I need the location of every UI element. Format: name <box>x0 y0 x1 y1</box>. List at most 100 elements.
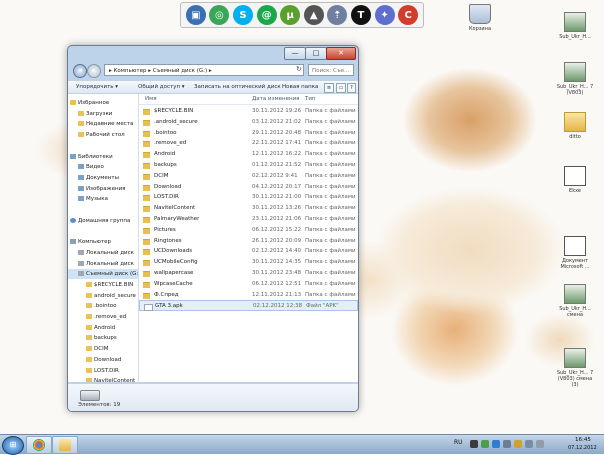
help-icon[interactable]: ? <box>347 83 356 93</box>
burn-button[interactable]: Записать на оптический диск <box>194 81 281 93</box>
file-row[interactable]: .bointoo 29.11.2012 20:48 Папка с файлами <box>139 128 358 139</box>
nav-item[interactable]: Download <box>68 355 138 365</box>
desktop-icon[interactable]: Sub_Ukr_H... <box>555 12 595 40</box>
file-row[interactable]: NavitelContent 30.11.2012 13:26 Папка с фа… <box>139 203 358 214</box>
tray-signal-icon[interactable] <box>525 440 533 448</box>
nav-item[interactable]: backups <box>68 333 138 343</box>
file-row[interactable]: WpcaseCache 06.12.2012 12:51 Папка с файла… <box>139 279 358 290</box>
address-bar[interactable]: ▸ Компьютер ▸ Съемный диск (G:) ▸ <box>104 64 304 76</box>
nav-item[interactable]: Загрузки <box>68 109 138 119</box>
taskbar-chrome[interactable] <box>26 436 52 454</box>
nav-item[interactable]: Компьютер <box>68 237 138 247</box>
column-date[interactable]: Дата изменения <box>252 94 299 104</box>
ccleaner-icon[interactable]: C <box>398 5 419 25</box>
file-row[interactable]: DCIM 02.12.2012 9:41 Папка с файлами <box>139 171 358 182</box>
nav-item[interactable]: $RECYCLE.BIN <box>68 280 138 290</box>
file-date: 02.12.2012 9:41 <box>252 172 298 179</box>
file-row[interactable]: $RECYCLE.BIN 30.11.2012 19:26 Папка с файл… <box>139 106 358 117</box>
nav-item[interactable]: android_secure <box>68 291 138 301</box>
nav-item[interactable]: Локальный диск <box>68 259 138 269</box>
desktop-icon[interactable]: Sub_Ukr_H... 7 (V803) <box>555 62 595 96</box>
new-folder-button[interactable]: Новая папка <box>282 81 318 93</box>
chrome-icon[interactable]: ◎ <box>209 5 230 25</box>
start-button[interactable]: ⊞ <box>2 436 24 455</box>
window-titlebar[interactable]: — □ ✕ <box>68 46 358 62</box>
file-row[interactable]: Ringtones 26.11.2012 20:09 Папка с файлами <box>139 236 358 247</box>
search-input[interactable]: Поиск: Съе... <box>308 64 354 76</box>
desktop-icon[interactable]: ditto <box>555 112 595 140</box>
preview-pane-icon[interactable]: ▭ <box>336 83 346 93</box>
language-indicator[interactable]: RU <box>454 439 463 446</box>
nav-item[interactable]: NavitelContent <box>68 376 138 382</box>
nav-item[interactable]: Музыка <box>68 194 138 204</box>
file-row[interactable]: Android 12.11.2012 16:22 Папка с файлами <box>139 149 358 160</box>
column-type[interactable]: Тип <box>305 94 316 104</box>
file-row[interactable]: UCDownloads 02.12.2012 14:40 Папка с файла… <box>139 246 358 257</box>
close-button[interactable]: ✕ <box>326 47 356 60</box>
back-button[interactable]: ◂ <box>73 64 87 78</box>
share-button[interactable]: Общий доступ ▾ <box>138 81 185 93</box>
tray-volume-icon[interactable] <box>536 440 544 448</box>
file-row[interactable]: Ф.Спред 12.11.2012 21:13 Папка с файлами <box>139 290 358 301</box>
nav-item[interactable]: Библиотеки <box>68 152 138 162</box>
file-row[interactable]: .android_secure 03.12.2012 21:02 Папка с ф… <box>139 117 358 128</box>
desktop-icon[interactable]: Sub_Ukr_H... 7 (V803) смена (3) <box>555 348 595 388</box>
minimize-button[interactable]: — <box>284 47 306 60</box>
desktop-icon[interactable]: Документ Microsoft ... <box>555 236 595 270</box>
nav-item[interactable]: .bointoo <box>68 301 138 311</box>
fold-icon <box>86 346 92 352</box>
nav-item[interactable]: Домашняя группа <box>68 216 138 226</box>
column-name[interactable]: Имя <box>145 94 157 104</box>
at-icon[interactable]: @ <box>256 5 277 25</box>
nav-item[interactable]: Документы <box>68 173 138 183</box>
file-row[interactable]: Download 04.12.2012 20:17 Папка с файлами <box>139 182 358 193</box>
file-row[interactable]: LOST.DIR 30.11.2012 21:00 Папка с файлами <box>139 192 358 203</box>
clock-date[interactable]: 07.12.2012 <box>568 445 597 451</box>
view-options-icon[interactable]: ≡ <box>324 83 334 93</box>
nav-item[interactable]: Android <box>68 323 138 333</box>
file-date: 26.11.2012 20:09 <box>252 237 302 244</box>
tray-skype-icon[interactable] <box>492 440 500 448</box>
tray-app-icon[interactable] <box>470 440 478 448</box>
nav-item[interactable]: Избранное <box>68 98 138 108</box>
skype-icon[interactable]: S <box>232 5 253 25</box>
file-row[interactable]: wallpapercase 30.11.2012 23:48 Папка с фай… <box>139 268 358 279</box>
file-row[interactable]: Pictures 06.12.2012 15:22 Папка с файлами <box>139 225 358 236</box>
desktop-icon-label: Sub_Ukr_H... 7 (V803) смена (3) <box>556 370 594 388</box>
file-row[interactable]: UCMobileConfig 30.11.2012 14:35 Папка с фа… <box>139 257 358 268</box>
nav-item[interactable]: DCIM <box>68 344 138 354</box>
organize-button[interactable]: Упорядочить ▾ <box>76 81 118 93</box>
fold-icon <box>78 110 84 116</box>
desktop-icon[interactable]: Sub_Ukr_H... смена <box>555 284 595 318</box>
clock-time[interactable]: 16:45 <box>575 437 591 443</box>
desktop-icon[interactable]: Корзина <box>460 4 500 32</box>
rocket-icon[interactable]: ⇡ <box>327 5 348 25</box>
tshirt-icon[interactable]: T <box>350 5 371 25</box>
nav-item[interactable]: Рабочий стол <box>68 130 138 140</box>
tray-flag-icon[interactable] <box>503 440 511 448</box>
nav-item-label: Съемный диск (G:) <box>86 271 139 278</box>
nav-item[interactable]: .remove_ed <box>68 312 138 322</box>
nav-item[interactable]: Съемный диск (G:) <box>68 269 139 280</box>
puzzle-icon[interactable]: ✦ <box>374 5 395 25</box>
file-row[interactable]: PalmaryWeather 23.11.2012 21:06 Папка с фа… <box>139 214 358 225</box>
nav-item[interactable]: Видео <box>68 162 138 172</box>
desktop-icon[interactable]: Ekxe <box>555 166 595 194</box>
nav-item[interactable]: LOST.DIR <box>68 366 138 376</box>
chrome-icon <box>33 439 45 451</box>
forward-button[interactable]: ▸ <box>87 64 101 78</box>
tray-network-icon[interactable] <box>481 440 489 448</box>
nav-item[interactable]: Локальный диск <box>68 248 138 258</box>
file-row[interactable]: backups 01.12.2012 21:52 Папка с файлами <box>139 160 358 171</box>
file-row[interactable]: GTA 3.apk 02.12.2012 12:38 Файл "APK" <box>139 300 358 312</box>
file-row[interactable]: .remove_ed 22.11.2012 17:41 Папка с файлам… <box>139 138 358 149</box>
utorrent-icon[interactable]: µ <box>280 5 301 25</box>
refresh-icon[interactable]: ↻ <box>296 65 302 73</box>
nav-item[interactable]: Изображения <box>68 184 138 194</box>
nav-item[interactable]: Недавние места <box>68 119 138 129</box>
aimp-icon[interactable]: ▲ <box>303 5 324 25</box>
maximize-button[interactable]: □ <box>305 47 327 60</box>
tray-power-icon[interactable] <box>514 440 522 448</box>
taskbar-explorer[interactable] <box>52 436 78 454</box>
explorer-icon[interactable]: ▣ <box>185 5 206 25</box>
